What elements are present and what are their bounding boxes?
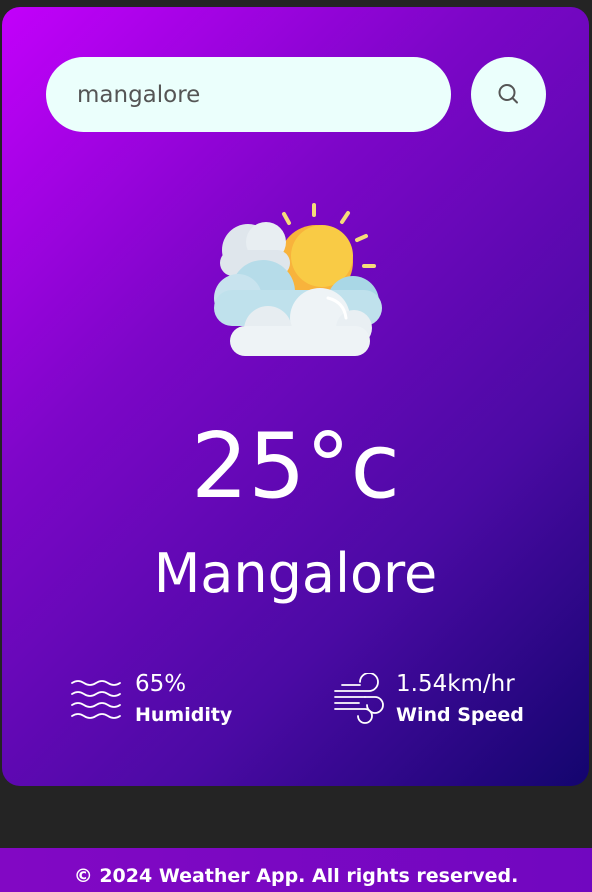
wind-label: Wind Speed [396, 704, 524, 726]
footer: © 2024 Weather App. All rights reserved. [0, 848, 592, 892]
weather-card: 25°c Mangalore 65% Humidity [2, 7, 589, 786]
wind-value: 1.54km/hr [396, 671, 515, 697]
search-button[interactable] [471, 57, 546, 132]
wind-stat: 1.54km/hr Wind Speed [332, 669, 524, 729]
search-input[interactable] [46, 57, 451, 132]
humidity-value: 65% [135, 671, 187, 697]
humidity-label: Humidity [135, 704, 233, 726]
sun-behind-clouds-icon [214, 203, 382, 356]
city-name: Mangalore [153, 542, 438, 605]
wind-icon [334, 673, 384, 724]
humidity-stat: 65% Humidity [70, 669, 232, 729]
search-icon [498, 83, 518, 103]
temperature: 25°c [190, 414, 400, 519]
waves-icon [71, 680, 121, 719]
